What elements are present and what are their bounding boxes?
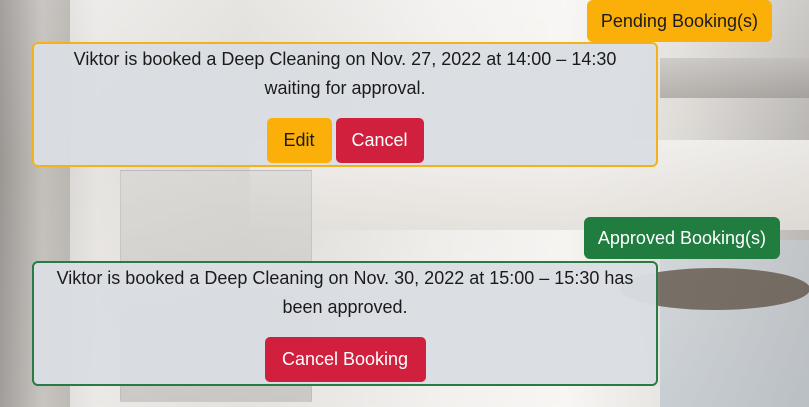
pending-booking-actions: Edit Cancel: [34, 118, 656, 163]
approved-booking-card: Viktor is booked a Deep Cleaning on Nov.…: [32, 261, 658, 386]
edit-booking-button[interactable]: Edit: [266, 118, 332, 163]
pending-booking-card: Viktor is booked a Deep Cleaning on Nov.…: [32, 42, 658, 167]
background-cabinet-right: [660, 240, 809, 407]
pending-booking-text: Viktor is booked a Deep Cleaning on Nov.…: [73, 49, 617, 98]
page: Pending Booking(s) Viktor is booked a De…: [0, 0, 809, 407]
cancel-booking-button[interactable]: Cancel: [335, 118, 424, 163]
approved-booking-actions: Cancel Booking: [34, 337, 656, 382]
approved-booking-text: Viktor is booked a Deep Cleaning on Nov.…: [56, 268, 634, 317]
background-stove: [660, 58, 809, 98]
cancel-approved-booking-button[interactable]: Cancel Booking: [264, 337, 426, 382]
pending-bookings-heading: Pending Booking(s): [586, 0, 772, 42]
approved-bookings-heading: Approved Booking(s): [583, 217, 780, 259]
